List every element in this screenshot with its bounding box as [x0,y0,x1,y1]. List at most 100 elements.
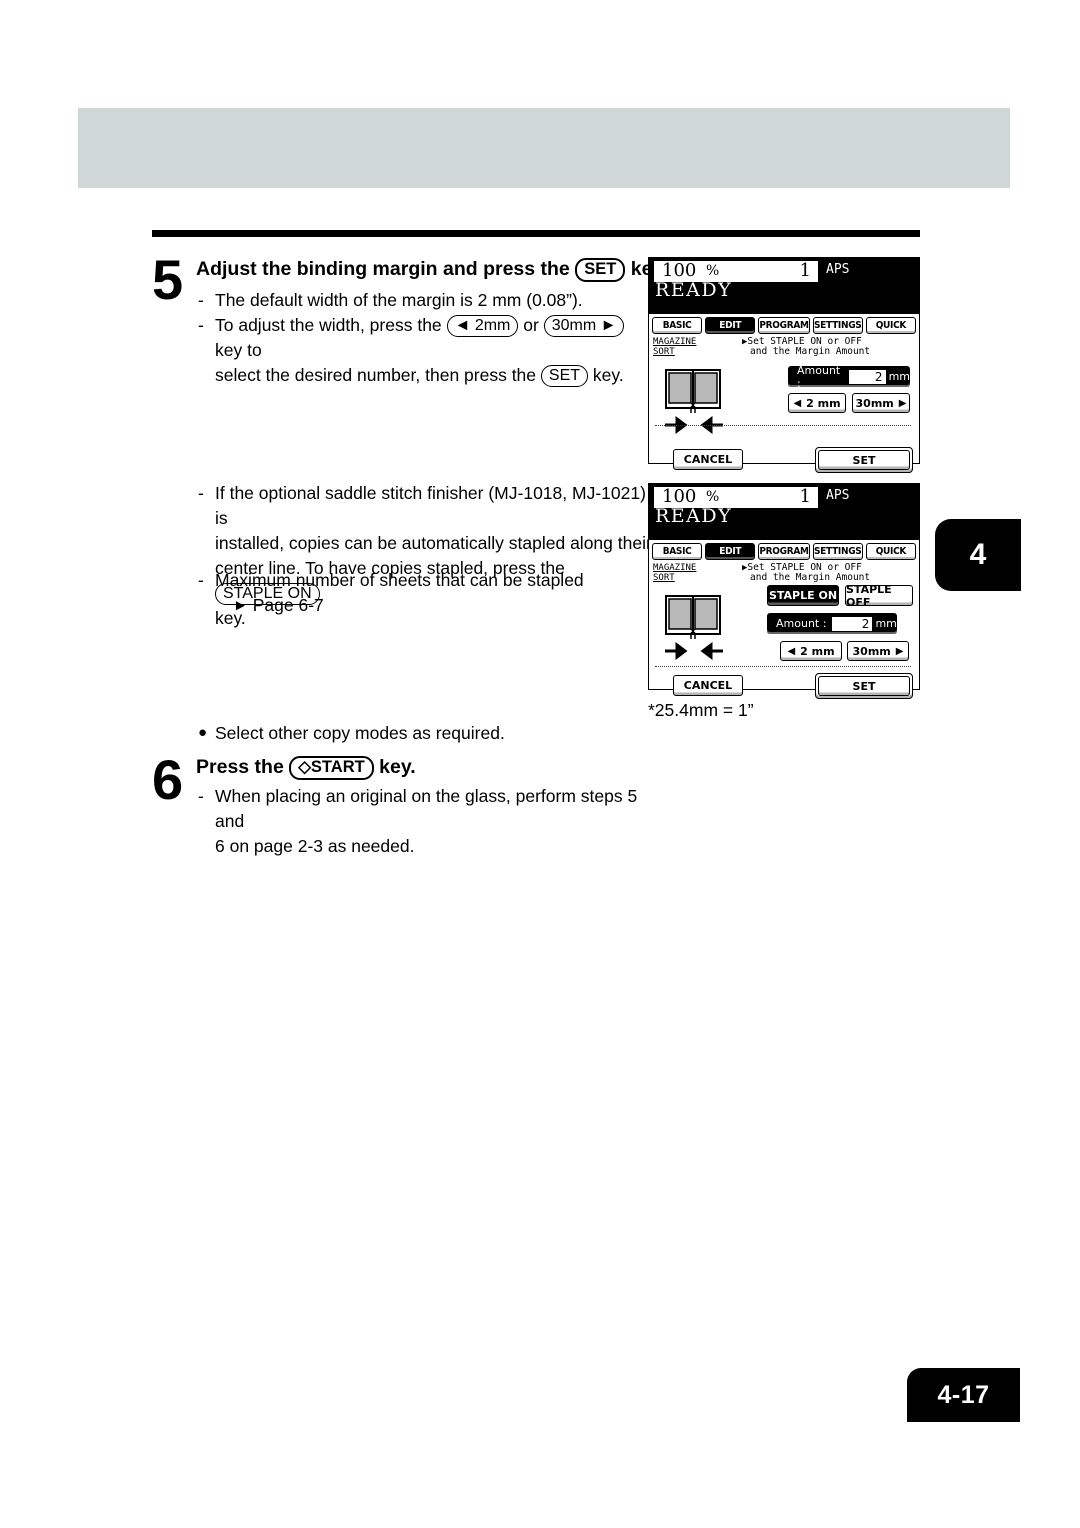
amount-label-2: Amount : [776,617,827,630]
mode-label-2: MAGAZINE SORT [653,563,696,583]
dash-marker: - [198,786,204,806]
step-6-line-1-text: When placing an original on the glass, p… [215,786,638,831]
increase-margin-button-2[interactable]: 30mm ▶ [847,641,909,661]
lcd-status-bar-2: 100 % 1 APS READY [649,484,919,540]
note-line-1-a: If the optional saddle stitch finisher (… [215,483,646,528]
lcd-panel-staple[interactable]: 100 % 1 APS READY BASIC EDIT PROGRAM SET… [648,483,920,699]
paper-mode-label-2: APS [826,488,850,503]
prompt-line2-2: and the Margin Amount [750,572,871,583]
staple-on-button[interactable]: STAPLE ON [767,585,839,606]
magazine-book-icon-2 [665,595,721,639]
prompt-text-2: ▶Set STAPLE ON or OFF and the Margin Amo… [742,563,870,583]
cancel-button-2[interactable]: CANCEL [673,675,743,696]
step-5-heading-text: Adjust the binding margin and press the [196,258,570,280]
decrease-margin-button-2[interactable]: ◀ 2 mm [780,641,842,661]
step-5-line-2: - To adjust the width, press the ◄ 2mm o… [198,313,645,388]
mode-label-line1-1: MAGAZINE [653,337,697,347]
step-5-line-2-c: key to [215,340,262,360]
mode-label-1: MAGAZINE SORT [653,337,696,357]
step-5-line-1: - The default width of the margin is 2 m… [198,288,645,313]
set-key-badge-2: SET [540,365,589,387]
machine-state-label-2: READY [655,505,733,527]
amount-value-2: 2 [832,616,873,631]
lcd-panel-margin[interactable]: 100 % 1 APS READY BASIC EDIT PROGRAM SET… [648,257,920,473]
tab-settings-2[interactable]: SETTINGS [812,543,863,560]
dash-marker: - [198,483,204,503]
page-number-tab: 4-17 [907,1368,1020,1422]
step-6-line-1: - When placing an original on the glass,… [198,784,655,859]
lcd-footer-1[interactable]: CANCEL SET [649,447,919,483]
paper-mode-label-1: APS [826,262,850,277]
step-5-heading: Adjust the binding margin and press the … [196,258,667,282]
right-arrow-icon-2: ▶ [895,645,904,657]
bullet-dot-icon: ● [198,724,208,741]
increase-margin-label-2: 30mm [852,644,891,658]
step-6-heading-text: Press the [196,756,284,778]
step-6-heading-suffix: key. [379,756,416,778]
step-6-heading: Press the ◇START key. [196,756,416,780]
note-line-2-a: Maximum number of sheets that can be sta… [215,570,584,590]
increase-margin-label-1: 30mm [855,396,894,410]
left-arrow-icon-2: ◀ [787,645,796,657]
set-button-1[interactable]: SET [818,450,910,470]
tab-basic-2[interactable]: BASIC [652,543,703,560]
set-button-frame-1[interactable]: SET [815,447,913,473]
mode-label-line2-2: SORT [653,573,675,583]
amount-unit-1: mm [888,370,910,383]
set-key-badge: SET [575,258,626,282]
bullet-note-text: Select other copy modes as required. [214,723,505,743]
increase-30mm-key-badge: 30mm ► [543,315,625,337]
dash-marker: - [198,290,204,310]
note-line-2: - Maximum number of sheets that can be s… [198,568,655,618]
tab-settings-1[interactable]: SETTINGS [812,317,863,334]
decrease-margin-label-1: 2 mm [806,396,841,410]
step-5-line-1-text: The default width of the margin is 2 mm … [215,290,583,310]
staple-off-button[interactable]: STAPLE OFF [845,583,913,609]
lcd-footer-2[interactable]: CANCEL SET [649,673,919,709]
lcd-divider-1 [655,425,911,426]
page-reference-arrow-icon: ► [233,597,248,614]
tab-program-1[interactable]: PROGRAM [758,317,810,334]
margin-amount-display-2: Amount : 2 mm [767,613,897,634]
bullet-note: ● Select other copy modes as required. [198,723,505,744]
step-6-number: 6 [152,748,184,811]
mode-label-line2-1: SORT [653,347,675,357]
start-key-badge: ◇START [289,756,374,780]
set-button-2[interactable]: SET [818,676,910,696]
lcd-tab-row-2[interactable]: BASIC EDIT PROGRAM SETTINGS QUICK [649,540,919,561]
increase-margin-button-1[interactable]: 30mm ▶ [852,393,910,413]
tab-edit-2[interactable]: EDIT [705,543,756,560]
chapter-tab: 4 [935,519,1021,591]
lcd-tab-row-1[interactable]: BASIC EDIT PROGRAM SETTINGS QUICK [649,314,919,335]
mode-label-line1-2: MAGAZINE [653,563,697,573]
tab-edit-1[interactable]: EDIT [705,317,756,334]
step-5-line-2-a: To adjust the width, press the [215,315,442,335]
copy-count-1: 1 [799,260,811,281]
zoom-ratio-value-1: 100 [662,260,697,281]
margin-amount-display-1: Amount : 2 mm [788,364,910,390]
magazine-book-icon-1 [665,369,721,413]
step-5-number: 5 [152,248,184,311]
set-button-frame-2[interactable]: SET [815,673,913,699]
cancel-button-1[interactable]: CANCEL [673,449,743,470]
step-5-line-2-d: select the desired number, then press th… [215,365,537,385]
prompt-text-1: ▶Set STAPLE ON or OFF and the Margin Amo… [742,337,870,357]
tab-quick-1[interactable]: QUICK [865,317,916,334]
step-6-line-2-text: 6 on page 2-3 as needed. [215,836,415,856]
prompt-line2-1: and the Margin Amount [750,346,871,357]
dash-marker: - [198,570,204,590]
percent-symbol-1: % [706,263,720,279]
note-line-2-b: Page 6-7 [252,595,324,615]
amount-value-1: 2 [848,369,886,384]
decrease-margin-label-2: 2 mm [800,644,835,658]
lcd-divider-2 [655,666,911,667]
tab-program-2[interactable]: PROGRAM [758,543,810,560]
decrease-margin-button-1[interactable]: ◀ 2 mm [788,393,846,413]
lcd-status-bar-1: 100 % 1 APS READY [649,258,919,314]
zoom-ratio-value-2: 100 [662,486,697,507]
step-5-line-2-e: key. [592,365,624,385]
tab-quick-2[interactable]: QUICK [865,543,916,560]
lcd-body-2: MAGAZINE SORT ▶Set STAPLE ON or OFF and … [649,561,919,673]
tab-basic-1[interactable]: BASIC [652,317,703,334]
decrease-2mm-key-badge: ◄ 2mm [446,315,519,337]
